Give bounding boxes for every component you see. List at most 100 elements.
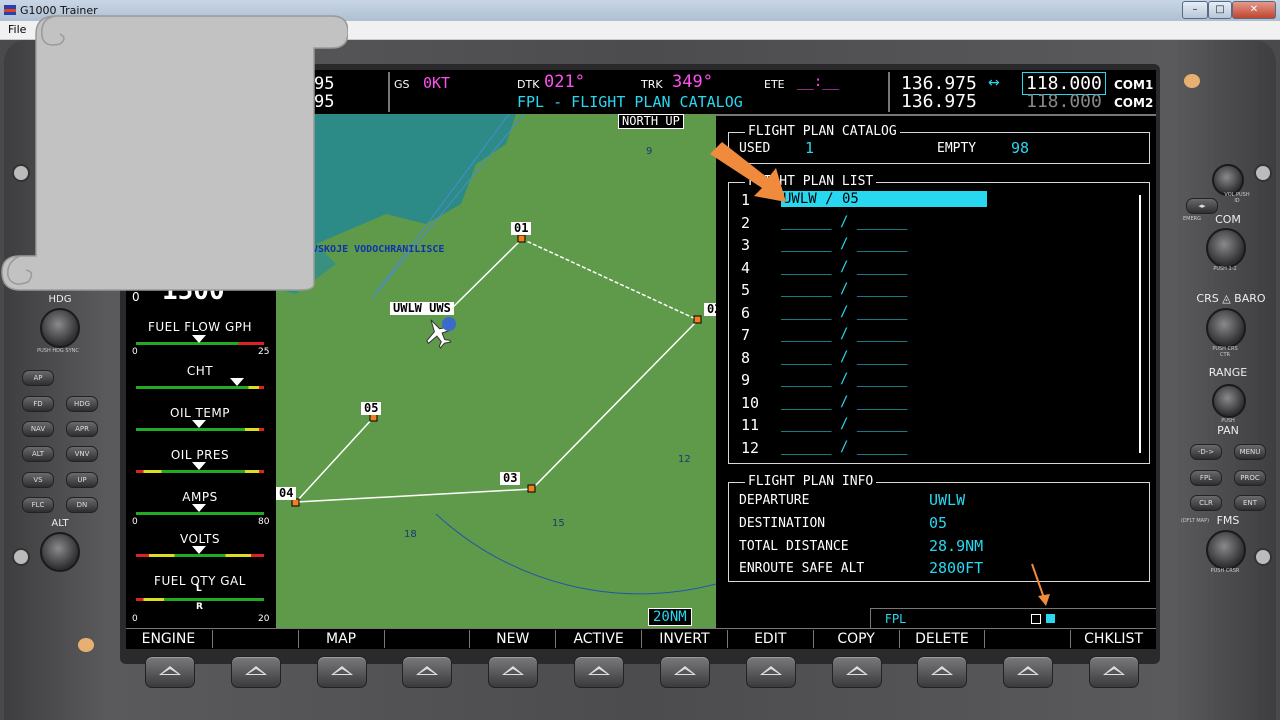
com-knob[interactable]	[1206, 228, 1246, 268]
gauge-amps-label: AMPS	[182, 490, 218, 504]
softkey-button[interactable]	[230, 656, 281, 688]
flight-plan-row[interactable]: ______ / ______	[781, 326, 907, 342]
softkey-label: COPY	[812, 630, 899, 648]
emerg-swap-button[interactable]: ◂▸	[1186, 198, 1218, 214]
alt-knob[interactable]	[40, 532, 80, 572]
waypoint-01[interactable]: 01	[511, 222, 532, 235]
trk-value: 349°	[672, 72, 713, 92]
waypoint-04[interactable]: 04	[276, 487, 297, 500]
airport-label[interactable]: UWLW UWS	[390, 302, 454, 315]
close-button[interactable]: ✕	[1232, 1, 1276, 19]
flight-plan-row[interactable]: ______ / ______	[781, 259, 907, 275]
fuel-qty-min: 0	[132, 614, 138, 624]
flight-plan-row[interactable]: ______ / ______	[781, 304, 907, 320]
row-number: 11	[741, 416, 760, 434]
enroute-safe-alt-value: 2800FT	[929, 559, 984, 577]
ap-button-alt[interactable]: ALT	[22, 446, 54, 462]
menu-button[interactable]: MENU	[1234, 444, 1266, 460]
softkey-label	[383, 630, 470, 648]
ent-button[interactable]: ENT	[1234, 495, 1266, 511]
alt-prefix: 0	[132, 290, 140, 304]
total-distance-value: 28.9NM	[929, 537, 984, 555]
ete-value: __:__	[797, 74, 840, 90]
ap-button-flc[interactable]: FLC	[22, 497, 54, 513]
maximize-button[interactable]: □	[1208, 1, 1232, 19]
enroute-safe-alt-label: ENROUTE SAFE ALT	[739, 561, 865, 576]
direct-to-button[interactable]: -D->	[1190, 444, 1222, 460]
ap-button-hdg[interactable]: HDG	[66, 396, 98, 412]
ap-button-vnv[interactable]: VNV	[66, 446, 98, 462]
proc-button[interactable]: PROC	[1234, 470, 1266, 486]
fms-label: FMS	[1216, 514, 1240, 527]
softkey-button[interactable]	[316, 656, 367, 688]
ap-button-dn[interactable]: DN	[66, 497, 98, 513]
softkey-button[interactable]	[144, 656, 195, 688]
waypoint-05[interactable]: 05	[361, 402, 382, 415]
page-title: FPL - FLIGHT PLAN CATALOG	[517, 93, 743, 111]
flight-plan-row[interactable]: ______ / ______	[781, 214, 907, 230]
flight-plan-row[interactable]: ______ / ______	[781, 439, 907, 455]
waypoint-03[interactable]: 03	[500, 472, 521, 485]
fms-knob[interactable]	[1206, 530, 1246, 570]
ap-button-ap[interactable]: AP	[22, 370, 54, 386]
flight-plan-row[interactable]: ______ / ______	[781, 281, 907, 297]
total-distance-label: TOTAL DISTANCE	[739, 539, 849, 554]
hdg-knob[interactable]	[40, 308, 80, 348]
list-scrollbar[interactable]	[1139, 195, 1141, 453]
ap-button-apr[interactable]: APR	[66, 421, 98, 437]
fuel-qty-bar	[136, 598, 264, 601]
departure-label: DEPARTURE	[739, 493, 810, 508]
empty-value: 98	[1011, 139, 1030, 157]
amps-max: 80	[258, 517, 270, 527]
flight-plan-row[interactable]: ______ / ______	[781, 371, 907, 387]
dtk-value: 021°	[544, 72, 585, 92]
dtk-label: DTK	[517, 78, 540, 91]
crs-baro-knob[interactable]	[1206, 308, 1246, 348]
flight-plan-row-selected[interactable]: UWLW / 05	[781, 191, 987, 207]
softkey-button[interactable]	[402, 656, 453, 688]
softkey-button[interactable]	[917, 656, 968, 688]
row-number: 12	[741, 438, 760, 457]
grid-label: 15	[552, 518, 565, 529]
range-pan-joystick[interactable]	[1212, 384, 1246, 418]
flight-plan-row[interactable]: ______ / ______	[781, 349, 907, 365]
softkey-button[interactable]	[659, 656, 710, 688]
ete-label: ETE	[764, 78, 785, 91]
ap-button-up[interactable]: UP	[66, 472, 98, 488]
map-orientation: NORTH UP	[618, 114, 684, 129]
row-number: 8	[741, 348, 751, 367]
flight-plan-row[interactable]: ______ / ______	[781, 416, 907, 432]
amps-pointer	[192, 504, 206, 512]
light-sensor	[1184, 74, 1200, 88]
flight-plan-row[interactable]: ______ / ______	[781, 394, 907, 410]
fpl-button[interactable]: FPL	[1190, 470, 1222, 486]
softkey-button[interactable]	[831, 656, 882, 688]
softkey-button[interactable]	[745, 656, 796, 688]
amps-min: 0	[132, 517, 138, 527]
softkey-label: NEW	[469, 630, 555, 648]
vol-label: VOL PUSH ID	[1224, 192, 1250, 204]
waypoint-02[interactable]: 02	[704, 303, 716, 316]
grid-label: 9	[646, 146, 653, 157]
page-indicator-1	[1031, 614, 1041, 624]
ap-button-fd[interactable]: FD	[22, 396, 54, 412]
destination-value: 05	[929, 514, 948, 532]
ap-button-vs[interactable]: VS	[22, 472, 54, 488]
ap-button-nav[interactable]: NAV	[22, 421, 54, 437]
softkey-button[interactable]	[1089, 656, 1140, 688]
softkey-button[interactable]	[1003, 656, 1054, 688]
row-number: 9	[741, 371, 751, 389]
softkey-button[interactable]	[488, 656, 539, 688]
swap-icon[interactable]: ↔	[988, 75, 1000, 91]
softkey-button[interactable]	[574, 656, 625, 688]
fuel-qty-right: R	[196, 602, 203, 612]
minimize-button[interactable]: –	[1182, 1, 1208, 19]
com-label: COM	[1215, 213, 1241, 226]
oil-pres-bar	[136, 470, 264, 473]
fuel-qty-left: L	[196, 584, 202, 594]
flight-plan-row[interactable]: ______ / ______	[781, 236, 907, 252]
softkey-label: ENGINE	[141, 631, 196, 647]
softkey-label: DELETE	[898, 630, 985, 648]
tutorial-arrow-icon	[710, 142, 786, 202]
clr-button[interactable]: CLR	[1190, 495, 1222, 511]
